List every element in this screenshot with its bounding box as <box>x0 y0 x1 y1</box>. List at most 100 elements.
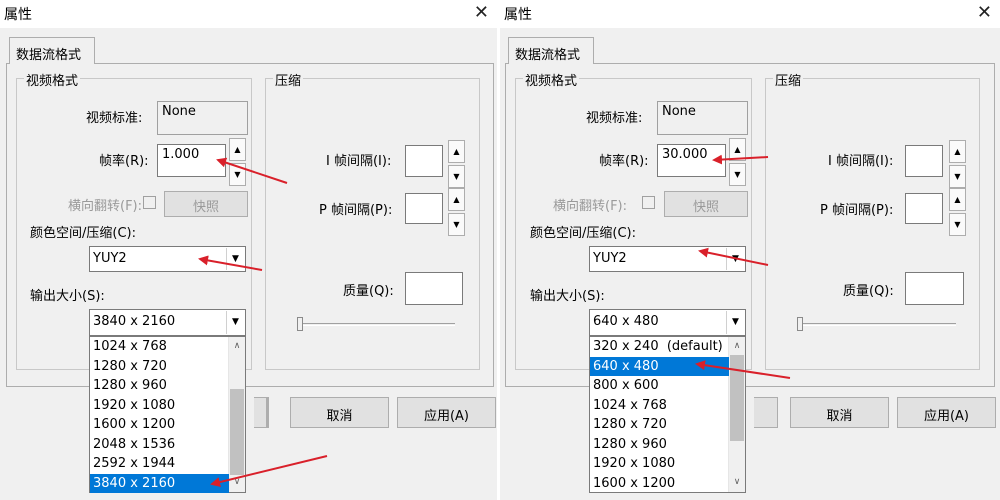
dropdown-option[interactable]: 320 x 240 (default) <box>590 337 729 357</box>
chevron-down-icon[interactable]: ▼ <box>226 248 244 270</box>
dropdown-option[interactable]: 3840 x 2160 <box>90 473 229 493</box>
spin-up-icon[interactable]: ▲ <box>229 138 246 161</box>
flip-label: 横向翻转(F): <box>68 199 143 214</box>
flip-checkbox[interactable] <box>143 196 156 209</box>
scroll-down-icon[interactable]: ∨ <box>229 474 245 491</box>
compression-group-title: 压缩 <box>273 70 304 89</box>
video-format-group-title: 视频格式 <box>523 70 580 89</box>
colorspace-value: YUY2 <box>593 251 627 266</box>
quality-slider-thumb[interactable] <box>797 317 803 331</box>
dropdown-option[interactable]: 1280 x 720 <box>590 415 729 435</box>
window-title: 属性 <box>4 7 32 23</box>
spin-up-icon[interactable]: ▲ <box>949 188 966 211</box>
cancel-button[interactable]: 取消 <box>790 397 889 428</box>
p-frame-interval-label: P 帧间隔(P): <box>319 203 393 218</box>
dropdown-option[interactable]: 1280 x 960 <box>590 435 729 455</box>
colorspace-label: 颜色空间/压缩(C): <box>30 226 136 241</box>
p-frame-interval-input[interactable] <box>405 193 443 224</box>
quality-slider-track[interactable] <box>297 323 455 326</box>
apply-button[interactable]: 应用(A) <box>397 397 496 428</box>
ok-button-edge <box>267 397 269 428</box>
frame-rate-label: 帧率(R): <box>99 154 149 169</box>
output-size-dropdown-list[interactable]: ∧ ∨ 1024 x 768 1280 x 720 1280 x 960 1920 x… <box>89 336 246 493</box>
scroll-up-icon[interactable]: ∧ <box>729 338 745 355</box>
tab-stream-format[interactable]: 数据流格式 <box>508 37 594 64</box>
dropdown-option[interactable]: 800 x 600 <box>590 376 729 396</box>
snapshot-button[interactable]: 快照 <box>164 191 248 217</box>
video-standard-field: None <box>657 101 748 135</box>
dropdown-option[interactable]: 1600 x 1200 <box>90 415 229 435</box>
ok-button[interactable] <box>754 397 778 428</box>
i-frame-interval-spinner[interactable]: ▲ ▼ <box>448 140 465 188</box>
spin-up-icon[interactable]: ▲ <box>949 140 966 163</box>
quality-slider-thumb[interactable] <box>297 317 303 331</box>
quality-input[interactable] <box>905 272 964 305</box>
spin-down-icon[interactable]: ▼ <box>448 165 465 188</box>
output-size-dropdown-list[interactable]: ∧ ∨ 320 x 240 (default) 640 x 480 800 x 60… <box>589 336 746 493</box>
window-title: 属性 <box>504 7 532 23</box>
dropdown-option[interactable]: 2048 x 1536 <box>90 435 229 455</box>
cancel-button[interactable]: 取消 <box>290 397 389 428</box>
spin-down-icon[interactable]: ▼ <box>229 163 246 186</box>
spin-up-icon[interactable]: ▲ <box>448 188 465 211</box>
frame-rate-spinner[interactable]: ▲ ▼ <box>229 138 246 186</box>
frame-rate-label: 帧率(R): <box>599 154 649 169</box>
frame-rate-spinner[interactable]: ▲ ▼ <box>729 138 746 186</box>
chevron-down-icon[interactable]: ▼ <box>726 311 744 334</box>
chevron-down-icon[interactable]: ▼ <box>726 248 744 270</box>
spin-down-icon[interactable]: ▼ <box>448 213 465 236</box>
i-frame-interval-spinner[interactable]: ▲ ▼ <box>949 140 966 188</box>
dropdown-option[interactable]: 1920 x 1080 <box>590 454 729 474</box>
p-frame-interval-spinner[interactable]: ▲ ▼ <box>949 188 966 236</box>
colorspace-value: YUY2 <box>93 251 127 266</box>
colorspace-label: 颜色空间/压缩(C): <box>530 226 636 241</box>
i-frame-interval-input[interactable] <box>405 145 443 177</box>
spin-down-icon[interactable]: ▼ <box>949 213 966 236</box>
p-frame-interval-label: P 帧间隔(P): <box>820 203 894 218</box>
p-frame-interval-spinner[interactable]: ▲ ▼ <box>448 188 465 236</box>
frame-rate-input[interactable]: 1.000 <box>157 144 226 177</box>
dropdown-option[interactable]: 1280 x 960 <box>90 376 229 396</box>
dropdown-option[interactable]: 1600 x 1200 <box>590 474 729 494</box>
close-icon[interactable]: ✕ <box>474 2 489 23</box>
scrollbar-thumb[interactable] <box>730 355 744 441</box>
scroll-down-icon[interactable]: ∨ <box>729 474 745 491</box>
close-icon[interactable]: ✕ <box>977 2 992 23</box>
dropdown-option[interactable]: 1024 x 768 <box>590 396 729 416</box>
output-size-value: 640 x 480 <box>593 314 659 329</box>
dropdown-scrollbar[interactable]: ∧ ∨ <box>728 337 745 492</box>
spin-down-icon[interactable]: ▼ <box>729 163 746 186</box>
i-frame-interval-label: I 帧间隔(I): <box>326 154 392 169</box>
i-frame-interval-input[interactable] <box>905 145 943 177</box>
quality-label: 质量(Q): <box>843 284 894 299</box>
quality-slider-track[interactable] <box>797 323 956 326</box>
scroll-up-icon[interactable]: ∧ <box>229 338 245 355</box>
spin-up-icon[interactable]: ▲ <box>448 140 465 163</box>
dropdown-option[interactable]: 1920 x 1080 <box>90 396 229 416</box>
i-frame-interval-label: I 帧间隔(I): <box>828 154 894 169</box>
video-standard-field: None <box>157 101 248 135</box>
dropdown-option[interactable]: 1024 x 768 <box>90 337 229 357</box>
dropdown-option[interactable]: 640 x 480 <box>590 356 729 376</box>
tab-stream-format[interactable]: 数据流格式 <box>9 37 95 64</box>
frame-rate-input[interactable]: 30.000 <box>657 144 726 177</box>
quality-input[interactable] <box>405 272 463 305</box>
chevron-down-icon[interactable]: ▼ <box>226 311 244 334</box>
dropdown-scrollbar[interactable]: ∧ ∨ <box>228 337 245 492</box>
flip-checkbox[interactable] <box>642 196 655 209</box>
snapshot-button[interactable]: 快照 <box>664 191 748 217</box>
scrollbar-thumb[interactable] <box>230 389 244 475</box>
colorspace-combo[interactable]: YUY2 ▼ <box>89 246 246 272</box>
output-size-combo[interactable]: 3840 x 2160 ▼ <box>89 309 246 336</box>
title-bar: 属性 ✕ <box>0 0 497 28</box>
dropdown-option[interactable]: 2592 x 1944 <box>90 454 229 474</box>
dropdown-option[interactable]: 1280 x 720 <box>90 357 229 377</box>
spin-up-icon[interactable]: ▲ <box>729 138 746 161</box>
ok-button[interactable] <box>254 397 267 428</box>
apply-button[interactable]: 应用(A) <box>897 397 996 428</box>
output-size-combo[interactable]: 640 x 480 ▼ <box>589 309 746 336</box>
p-frame-interval-input[interactable] <box>905 193 943 224</box>
colorspace-combo[interactable]: YUY2 ▼ <box>589 246 746 272</box>
spin-down-icon[interactable]: ▼ <box>949 165 966 188</box>
properties-dialog-left: 属性 ✕ 数据流格式 视频格式 压缩 视频标准: None 帧率(R): 1.0… <box>0 0 497 500</box>
